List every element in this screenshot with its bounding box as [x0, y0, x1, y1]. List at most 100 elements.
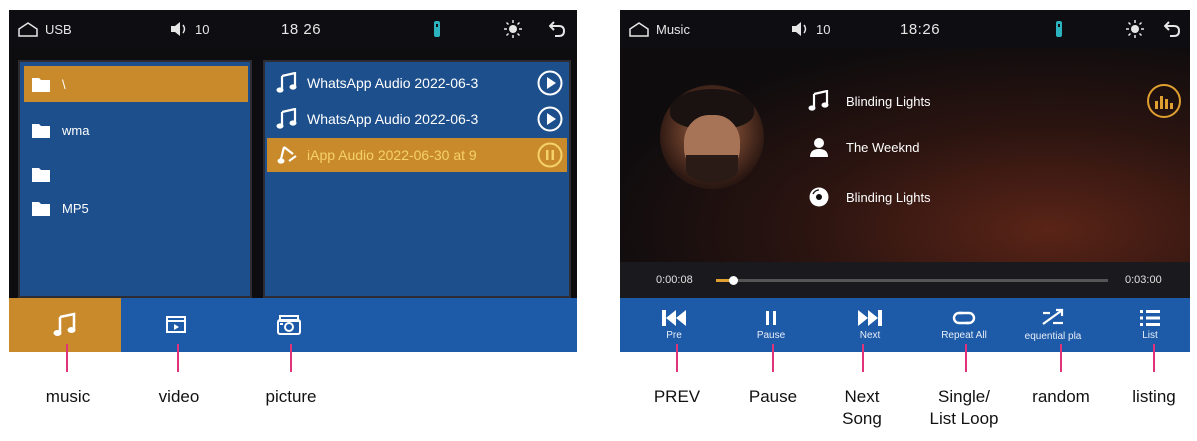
artist-row: The Weeknd — [808, 132, 919, 162]
back-button[interactable] — [545, 10, 569, 48]
callout-line — [66, 344, 68, 372]
folder-name: MP5 — [62, 200, 89, 216]
album-row: Blinding Lights — [808, 182, 931, 212]
previous-icon — [662, 310, 686, 326]
clock: 18:26 — [900, 20, 941, 38]
video-icon — [166, 316, 186, 333]
music-note-icon — [276, 108, 297, 129]
play-button[interactable] — [537, 106, 563, 135]
caption-prev: PREV — [653, 387, 701, 406]
picture-icon — [277, 315, 301, 335]
file-item[interactable]: WhatsApp Audio 2022-06-3 — [267, 66, 567, 100]
caption-next-line1: Next — [844, 387, 880, 406]
seek-track[interactable] — [716, 276, 1108, 285]
source-label: USB — [45, 21, 72, 37]
callout-line — [676, 344, 678, 372]
equalizer-button[interactable] — [1147, 84, 1181, 118]
album-name: Blinding Lights — [846, 189, 931, 205]
volume-level: 10 — [816, 21, 831, 37]
album-art — [660, 85, 764, 189]
callout-line — [1153, 344, 1155, 372]
previous-button[interactable]: Pre — [646, 298, 702, 352]
callout-line — [772, 344, 774, 372]
folder-name: wma — [62, 122, 90, 138]
file-name: WhatsApp Audio 2022-06-3 — [307, 75, 479, 91]
home-button[interactable]: USB — [17, 10, 72, 48]
back-arrow-icon — [549, 21, 565, 37]
caption-loop-line1: Single/ — [938, 387, 990, 406]
shuffle-icon — [1042, 308, 1064, 325]
play-circle-icon — [537, 106, 563, 132]
callout-line — [965, 344, 967, 372]
callout-line — [290, 344, 292, 372]
music-note-icon — [808, 90, 829, 111]
folder-item[interactable] — [24, 156, 248, 192]
list-button[interactable]: List — [1124, 298, 1176, 352]
folder-item[interactable]: MP5 — [24, 190, 248, 226]
repeat-button[interactable]: Repeat All — [922, 298, 1006, 352]
track-title-row: Blinding Lights — [808, 86, 931, 116]
total-time: 0:03:00 — [1125, 274, 1162, 286]
shuffle-button[interactable]: equential pla — [1010, 298, 1096, 352]
folder-item[interactable]: wma — [24, 112, 248, 148]
volume-indicator[interactable]: 10 — [169, 10, 209, 48]
artist-name: The Weeknd — [846, 139, 920, 155]
seek-handle[interactable] — [729, 276, 739, 285]
track-title: Blinding Lights — [846, 93, 931, 109]
usb-status — [1047, 10, 1071, 48]
pause-circle-icon — [537, 142, 563, 168]
usb-browser-screen: USB 10 18 26 \ wma MP5 WhatsApp Audio 20… — [9, 10, 577, 352]
brightness-icon — [1126, 20, 1144, 38]
caption-picture: picture — [265, 387, 317, 406]
caption-loop: Single/ List Loop — [916, 386, 1012, 430]
back-button[interactable] — [1160, 10, 1184, 48]
volume-level: 10 — [195, 21, 210, 37]
folder-list: \ wma MP5 — [18, 60, 252, 298]
brightness-icon — [504, 20, 522, 38]
pause-button[interactable] — [537, 142, 563, 171]
playback-controls: Pre Pause Next Repeat All equential pla … — [620, 298, 1190, 352]
home-button[interactable]: Music — [628, 10, 690, 48]
caption-next-song: Next Song — [828, 386, 896, 430]
pause-button[interactable]: Pause — [738, 298, 804, 352]
tab-picture[interactable] — [233, 298, 345, 352]
music-note-icon — [276, 72, 297, 93]
play-button[interactable] — [537, 70, 563, 99]
list-icon — [1140, 310, 1160, 326]
volume-indicator[interactable]: 10 — [790, 10, 830, 48]
file-item[interactable]: WhatsApp Audio 2022-06-3 — [267, 102, 567, 136]
music-note-icon — [53, 312, 76, 336]
folder-icon — [32, 78, 50, 92]
caption-random: random — [1032, 387, 1090, 406]
file-name: WhatsApp Audio 2022-06-3 — [307, 111, 479, 127]
repeat-icon — [952, 311, 976, 325]
brightness-button[interactable] — [1123, 10, 1147, 48]
folder-item[interactable]: \ — [24, 66, 248, 102]
callout-line — [177, 344, 179, 372]
source-label: Music — [656, 21, 690, 37]
folder-icon — [32, 124, 50, 138]
next-button[interactable]: Next — [842, 298, 898, 352]
tab-music[interactable] — [9, 298, 121, 352]
caption-video: video — [158, 387, 200, 406]
file-name: iApp Audio 2022-06-30 at 9 — [307, 147, 477, 163]
status-bar: Music 10 18:26 — [620, 10, 1190, 48]
dancing-note-icon — [277, 146, 297, 164]
repeat-label: Repeat All — [941, 330, 987, 341]
speaker-icon — [792, 22, 807, 36]
usb-status — [425, 10, 449, 48]
media-tab-bar — [9, 298, 577, 352]
caption-loop-line2: List Loop — [929, 409, 999, 428]
caption-music: music — [45, 387, 91, 406]
callout-line — [862, 344, 864, 372]
file-item-playing[interactable]: iApp Audio 2022-06-30 at 9 — [267, 138, 567, 172]
next-icon — [858, 310, 882, 326]
play-mode-label: equential pla — [1024, 331, 1082, 342]
brightness-button[interactable] — [501, 10, 525, 48]
disc-icon — [809, 187, 829, 207]
home-icon — [629, 22, 649, 37]
play-circle-icon — [537, 70, 563, 96]
progress-bar: 0:00:08 0:03:00 — [620, 262, 1190, 298]
home-icon — [18, 22, 38, 37]
list-label: List — [1142, 330, 1158, 341]
